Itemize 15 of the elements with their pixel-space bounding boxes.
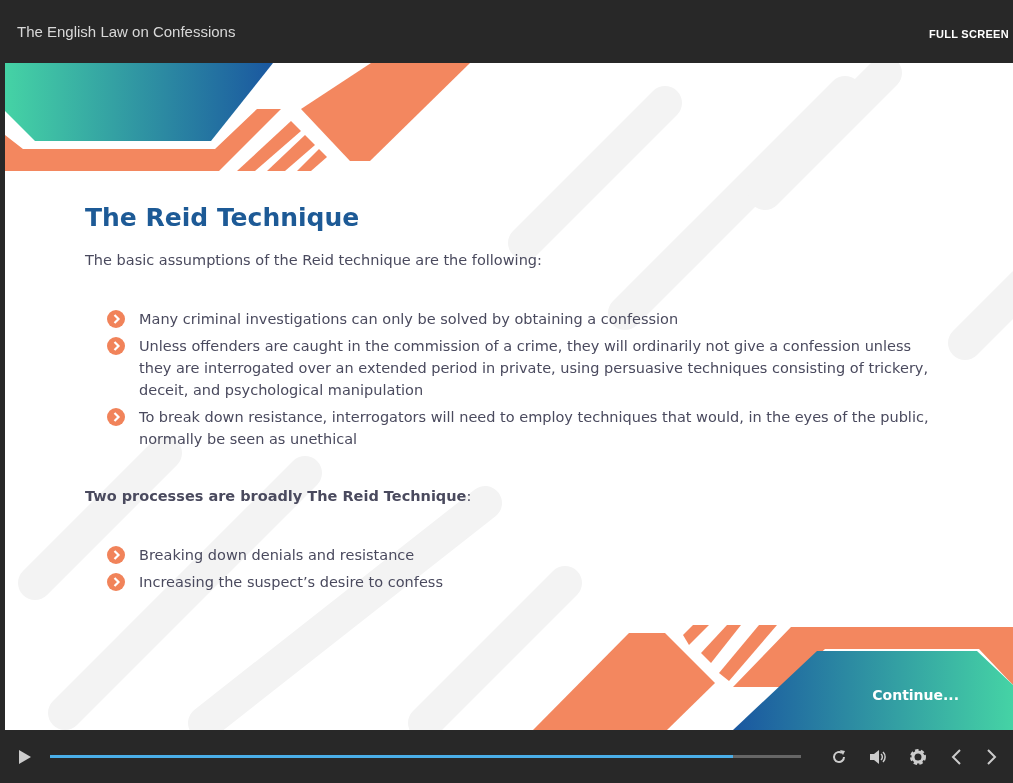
bullet-text: Unless offenders are caught in the commission of a crime, they will ordinarily not give a confession unless they are interrogated over an extended period in private, using persuasive techniques consisting of trickery, deceit, and psychological manipulation xyxy=(139,337,930,400)
chevron-bullet-icon xyxy=(107,310,125,328)
bullet-text: Breaking down denials and resistance xyxy=(139,546,415,565)
bullet-text: Many criminal investigations can only be solved by obtaining a confession xyxy=(139,310,679,329)
bullet-text: To break down resistance, interrogators will need to employ techniques that would, in the eyes of the public, normally be seen as unethical xyxy=(139,408,930,449)
course-title: The English Law on Confessions xyxy=(17,23,236,40)
processes-intro-text: Two processes are broadly The Reid Technique: xyxy=(85,488,473,504)
bullet-text: Increasing the suspect’s desire to confess xyxy=(139,573,443,592)
chevron-bullet-icon xyxy=(107,337,125,355)
intro-text: The basic assumptions of the Reid technique are the following: xyxy=(85,252,543,268)
chevron-bullet-icon xyxy=(107,546,125,564)
full-screen-button[interactable]: FULL SCREEN xyxy=(928,27,1013,40)
chevron-bullet-icon xyxy=(107,408,125,426)
chevron-bullet-icon xyxy=(107,573,125,591)
slide-heading: The Reid Technique xyxy=(85,203,361,232)
